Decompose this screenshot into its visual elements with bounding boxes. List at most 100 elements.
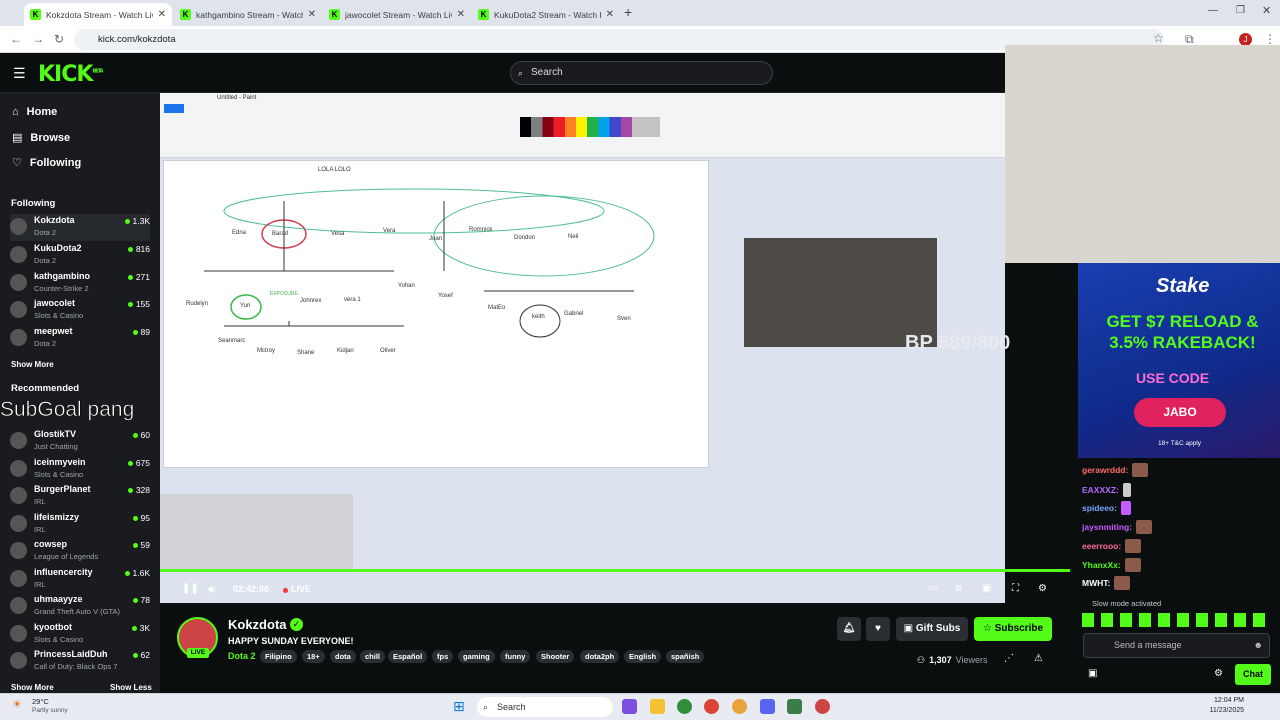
sidebar-channel-meepwet[interactable]: meepwet Dota 2 89 bbox=[10, 325, 150, 352]
hamburger-menu-icon[interactable]: ☰ bbox=[13, 65, 26, 82]
show-less-recommended[interactable]: Show Less bbox=[110, 683, 152, 692]
chat-send-button[interactable]: Chat bbox=[1235, 664, 1271, 685]
sidebar-channel-influencercity[interactable]: influencercity IRL 1.6K bbox=[10, 566, 150, 593]
stream-category[interactable]: Dota 2 bbox=[228, 651, 256, 661]
maximize-icon[interactable]: ❐ bbox=[1236, 5, 1245, 16]
close-icon[interactable]: ✕ bbox=[308, 9, 316, 20]
app-icon[interactable] bbox=[787, 699, 802, 714]
stream-tag[interactable]: funny bbox=[500, 650, 531, 663]
sidebar-channel-iceinmyvein[interactable]: iceinmyvein Slots & Casino 675 bbox=[10, 456, 150, 483]
sidebar-channel-kyootbot[interactable]: kyootbot Slots & Casino 3K bbox=[10, 621, 150, 648]
stream-tag[interactable]: dota bbox=[330, 650, 356, 663]
copilot-app-icon[interactable] bbox=[622, 699, 637, 714]
follow-heart-button[interactable]: ♥ bbox=[866, 617, 890, 641]
minimize-icon[interactable]: — bbox=[1208, 5, 1218, 16]
chat-username[interactable]: eeerrooo: bbox=[1082, 541, 1121, 551]
tab-kukudota2[interactable]: K KukuDota2 Stream - Watch Live ✕ bbox=[472, 3, 620, 26]
sidebar-channel-kokzdota[interactable]: Kokzdota Dota 2 1.3K bbox=[10, 214, 150, 241]
close-icon[interactable]: ✕ bbox=[606, 9, 614, 20]
show-more-following[interactable]: Show More bbox=[11, 360, 54, 369]
show-more-recommended[interactable]: Show More bbox=[11, 683, 54, 692]
nav-home[interactable]: ⌂ Home bbox=[12, 106, 57, 118]
theater-mode-icon[interactable]: ▭ bbox=[928, 583, 937, 594]
close-window-icon[interactable]: ✕ bbox=[1262, 4, 1271, 17]
chat-username[interactable]: EAXXXZ: bbox=[1082, 485, 1119, 495]
emote-bar[interactable] bbox=[1082, 613, 1268, 627]
clock-time[interactable]: 12:04 PM bbox=[1198, 697, 1244, 704]
stream-tag[interactable]: English bbox=[624, 650, 662, 663]
kick-logo[interactable]: KICKBETA bbox=[38, 62, 104, 87]
back-icon[interactable]: ← bbox=[10, 32, 22, 46]
clock-date[interactable]: 11/23/2025 bbox=[1198, 707, 1244, 714]
reload-icon[interactable]: ↻ bbox=[54, 32, 64, 46]
pip-icon[interactable]: ⧈ bbox=[955, 583, 961, 594]
stream-tag[interactable]: Filipino bbox=[260, 650, 297, 663]
chrome-app-icon[interactable] bbox=[677, 699, 692, 714]
nav-browse[interactable]: ▤ Browse bbox=[12, 131, 70, 145]
chat-username[interactable]: MWHT: bbox=[1082, 578, 1110, 588]
ad-code-button[interactable]: JABO bbox=[1134, 398, 1226, 427]
report-flag-icon[interactable]: ⚠ bbox=[1034, 653, 1043, 664]
forward-icon[interactable]: → bbox=[32, 32, 44, 46]
volume-icon[interactable]: 🔊︎ bbox=[208, 582, 216, 597]
sidebar-channel-kathgambino[interactable]: kathgambino Counter-Strike 2 271 bbox=[10, 270, 150, 297]
settings-gear-icon[interactable]: ⚙ bbox=[1038, 583, 1047, 594]
discord-app-icon[interactable] bbox=[760, 699, 775, 714]
chrome-app-icon[interactable] bbox=[732, 699, 747, 714]
chat-settings-icon[interactable]: ⚙ bbox=[1214, 668, 1223, 679]
menu-dots-icon[interactable]: ⋮ bbox=[1264, 32, 1276, 46]
sidebar-channel-burgerplanet[interactable]: BurgerPlanet IRL 328 bbox=[10, 483, 150, 510]
chat-username[interactable]: gerawrddd: bbox=[1082, 465, 1128, 475]
search-input[interactable]: ⌕ Search bbox=[510, 61, 773, 85]
sidebar-channel-lifeismizzy[interactable]: lifeismizzy IRL 95 bbox=[10, 511, 150, 538]
stake-ad[interactable]: Stake GET $7 RELOAD & 3.5% RAKEBACK! USE… bbox=[1078, 263, 1280, 458]
streamer-name[interactable]: Kokzdota bbox=[228, 617, 287, 632]
fullscreen-icon[interactable]: ⛶ bbox=[1012, 583, 1019, 594]
close-icon[interactable]: ✕ bbox=[457, 9, 465, 20]
subscribe-button[interactable]: ☆ Subscribe bbox=[974, 617, 1052, 641]
url-input[interactable]: kick.com/kokzdota bbox=[74, 29, 1164, 50]
sidebar-channel-uhmaayyze[interactable]: uhmaayyze Grand Theft Auto V (GTA) 78 bbox=[10, 593, 150, 620]
sidebar-channel-jawocolet[interactable]: jawocolet Slots & Casino 155 bbox=[10, 297, 150, 324]
tab-jawocolet[interactable]: Kjawocolet Stream - Watch Live ✕ bbox=[323, 3, 471, 26]
gift-icon[interactable]: ▣ bbox=[1088, 668, 1097, 679]
stream-tag[interactable]: dota2ph bbox=[580, 650, 620, 663]
file-explorer-icon[interactable] bbox=[650, 699, 665, 714]
chat-username[interactable]: spideeo: bbox=[1082, 503, 1117, 513]
tab-title: kathgambino Stream - Watch Live bbox=[196, 9, 303, 20]
pause-icon[interactable]: ❚❚ bbox=[182, 583, 199, 594]
stream-tag[interactable]: Español bbox=[388, 650, 428, 663]
notification-bell-button[interactable]: 🔔︎ bbox=[837, 617, 861, 641]
sidebar-channel-kukudota2[interactable]: KukuDota2 Dota 2 816 bbox=[10, 242, 150, 269]
stream-tag[interactable]: gaming bbox=[458, 650, 495, 663]
gift-subs-button[interactable]: ▣ Gift Subs bbox=[896, 617, 968, 641]
close-icon[interactable]: ✕ bbox=[158, 9, 166, 20]
chrome-app-icon[interactable] bbox=[815, 699, 830, 714]
sidebar-channel-glostiktv[interactable]: GlostikTV Just Chatting 60 bbox=[10, 428, 150, 455]
nav-following[interactable]: ♡ Following bbox=[12, 156, 81, 170]
sidebar-channel-cowsep[interactable]: cowsep League of Legends 59 bbox=[10, 538, 150, 565]
stream-tag[interactable]: 18+ bbox=[302, 650, 325, 663]
stream-tag[interactable]: fps bbox=[432, 650, 454, 663]
stream-tag[interactable]: chill bbox=[360, 650, 386, 663]
chrome-app-icon[interactable] bbox=[704, 699, 719, 714]
stream-tag[interactable]: spañish bbox=[666, 650, 705, 663]
share-icon[interactable]: ⋰ bbox=[1004, 653, 1014, 664]
bookmark-star-icon[interactable]: ☆ bbox=[1153, 31, 1164, 45]
chat-username[interactable]: YhanxXx: bbox=[1082, 560, 1121, 570]
taskbar-search[interactable]: ⌕ Search bbox=[477, 697, 613, 717]
windows-start-icon[interactable]: ⊞ bbox=[453, 698, 465, 715]
tab-kathgambino[interactable]: Kkathgambino Stream - Watch Live ✕ bbox=[174, 3, 322, 26]
clip-icon[interactable]: ▣ bbox=[982, 583, 991, 594]
emoji-icon[interactable]: ☻ bbox=[1254, 634, 1263, 657]
live-indicator[interactable]: LIVE bbox=[291, 584, 311, 594]
new-tab-icon[interactable]: + bbox=[624, 4, 632, 20]
chat-message-input[interactable]: Send a message ☻ bbox=[1083, 633, 1270, 658]
stream-tag[interactable]: Shooter bbox=[536, 650, 575, 663]
inset-video bbox=[744, 238, 937, 347]
sidebar-channel-princesslaidduh[interactable]: PrincessLaidDuh Call of Duty: Black Ops 7… bbox=[10, 648, 150, 675]
weather-temp[interactable]: 29°C bbox=[32, 697, 49, 706]
chat-username[interactable]: jaysnmiting: bbox=[1082, 522, 1132, 532]
tab-kokzdota[interactable]: K Kokzdota Stream - Watch Live ✕ bbox=[24, 3, 172, 26]
progress-bar[interactable] bbox=[160, 569, 1070, 572]
